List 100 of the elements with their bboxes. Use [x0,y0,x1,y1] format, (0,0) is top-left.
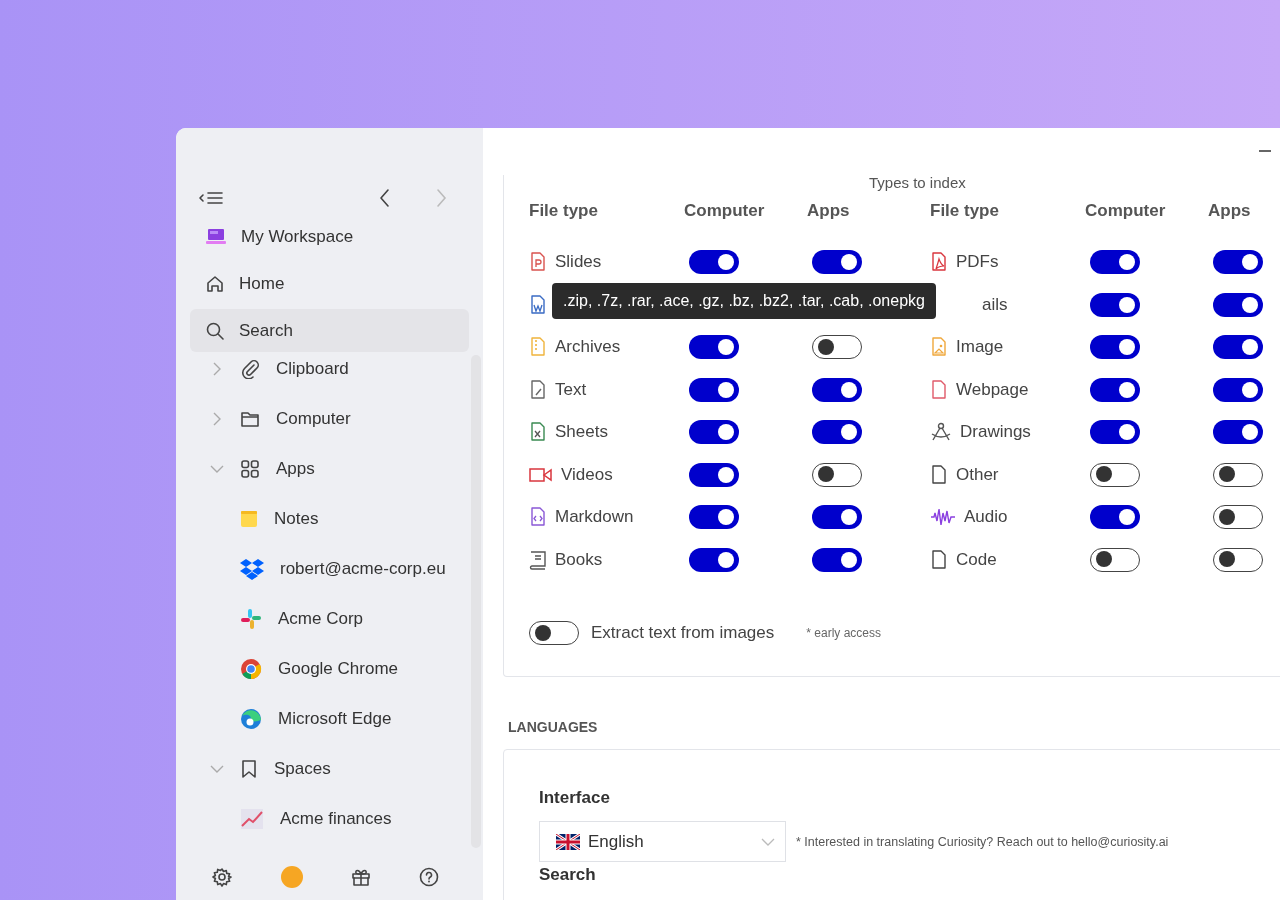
pdf-file-icon [930,252,948,273]
laptop-icon [205,226,227,247]
sheet-file-icon [529,422,547,443]
image-file-icon [930,337,948,358]
waveform-icon [930,507,956,528]
word-file-icon [529,294,547,315]
chrome-icon [240,658,262,680]
file-type-label: Videos [561,464,613,485]
toggle-switch[interactable] [1213,250,1263,275]
tree-item[interactable]: Spaces [176,744,471,794]
toggle-switch[interactable] [1213,420,1263,445]
toggle-switch[interactable] [689,462,739,487]
toggle-switch[interactable] [1090,505,1140,530]
help-icon[interactable] [419,867,440,887]
file-type-label: PDFs [956,252,999,273]
home-icon [205,273,225,294]
note-icon [240,510,258,528]
file-type-label: Slides [555,252,602,273]
file-type-label: Drawings [960,422,1031,443]
file-type-label: Archives [555,337,621,358]
toggle-switch[interactable] [812,377,862,402]
file-type-label: Books [555,549,603,570]
slack-icon [240,608,262,630]
settings-icon[interactable] [211,867,232,887]
collapse-sidebar-icon[interactable] [198,190,224,206]
tree-item[interactable]: Computer [176,394,471,444]
code-file-icon [529,507,547,528]
file-icon [930,549,948,570]
toggle-switch[interactable] [1090,462,1140,487]
card-title: Types to index [869,174,966,191]
bookmark-icon [240,759,258,779]
tree-item[interactable]: Microsoft Edge [176,694,471,744]
compass-icon [930,422,952,443]
file-type-label: Audio [964,507,1008,528]
toggle-switch[interactable] [1090,335,1140,360]
toggle-switch[interactable] [1213,377,1263,402]
edge-icon [240,708,262,730]
tree-item[interactable]: Clipboard [176,352,471,394]
toggle-switch[interactable] [689,420,739,445]
note-text: * early access [806,626,881,640]
dropbox-icon [240,558,264,580]
chart-icon [240,808,264,830]
column-header: Computer [684,201,765,221]
toggle-switch[interactable] [1090,250,1140,275]
column-header: Apps [807,201,850,221]
tooltip: .zip, .7z, .rar, .ace, .gz, .bz, .bz2, .tar, .cab, .onepkg [552,283,936,319]
toggle-switch[interactable] [812,420,862,445]
toggle-switch[interactable] [1213,462,1263,487]
section-heading: LANGUAGES [508,718,599,736]
file-type-label: Webpage [956,379,1029,400]
gift-icon[interactable] [351,867,372,887]
archive-file-icon [529,337,547,358]
grid-icon [240,459,260,479]
file-type-label: ails [982,294,1008,315]
file-type-label: Markdown [555,507,634,528]
toggle-switch[interactable] [812,505,862,530]
column-header: File type [930,201,999,221]
minimize-button[interactable] [1258,148,1272,154]
tree-item[interactable]: Notes [176,494,471,544]
toggle-switch[interactable] [812,335,862,360]
toggle-switch[interactable] [812,250,862,275]
folder-icon [240,410,260,428]
toggle-label: Extract text from images [591,623,775,643]
toggle-switch[interactable] [689,377,739,402]
toggle-switch[interactable] [1090,292,1140,317]
toggle-switch[interactable] [689,547,739,572]
tree-item[interactable]: Acme finances [176,794,471,844]
tree-item[interactable]: Google Chrome [176,644,471,694]
back-icon[interactable] [379,188,391,208]
webpage-file-icon [930,379,948,400]
tree-item[interactable]: Apps [176,444,471,494]
sidebar-item[interactable]: Home [190,260,469,307]
language-dropdown[interactable]: English [539,821,786,862]
field-label: Search [539,865,596,884]
toggle-switch[interactable] [689,505,739,530]
file-type-label: Text [555,379,587,400]
tree-item[interactable]: Acme Corp [176,594,471,644]
chevron-down-icon [761,837,775,846]
toggle-switch[interactable] [689,250,739,275]
text-file-icon [529,379,547,400]
toggle-switch[interactable] [1090,420,1140,445]
field-label: Interface [539,788,610,807]
toggle-switch[interactable] [1213,292,1263,317]
toggle-switch[interactable] [689,335,739,360]
toggle-switch[interactable] [812,462,862,487]
toggle-switch[interactable] [1213,335,1263,360]
uk-flag-icon [556,833,580,850]
sidebar-item[interactable]: My Workspace [190,213,469,260]
note-text: * Interested in translating Curiosity? Reach out to hello@curiosity.ai [796,834,1169,849]
toggle-switch[interactable] [1213,505,1263,530]
toggle-switch[interactable] [529,621,579,645]
column-header: File type [529,201,598,221]
sidebar-item[interactable]: Search [190,309,469,352]
file-type-label: Image [956,337,1004,358]
paperclip-icon [240,359,260,379]
toggle-switch[interactable] [812,547,862,572]
toggle-switch[interactable] [1090,377,1140,402]
tree-item[interactable]: robert@acme-corp.eu [176,544,471,594]
toggle-switch[interactable] [1090,547,1140,572]
toggle-switch[interactable] [1213,547,1263,572]
